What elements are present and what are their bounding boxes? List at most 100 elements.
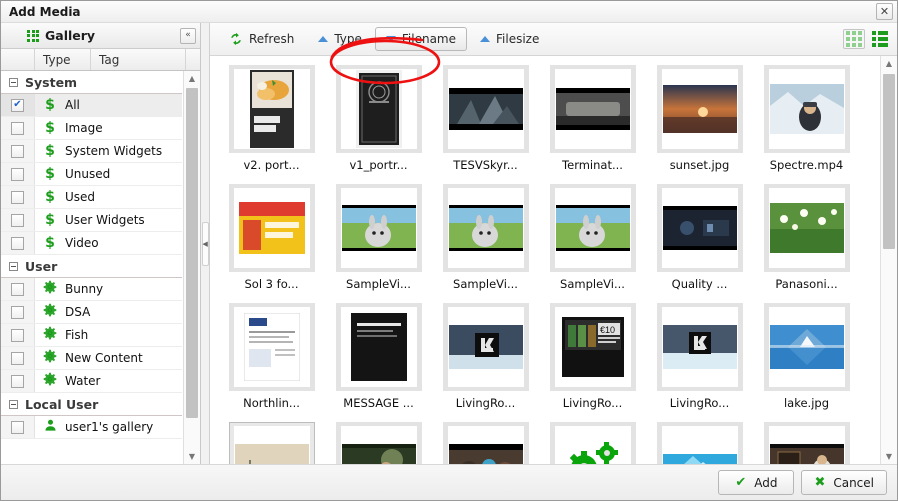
close-icon[interactable]: ✕ [876,3,893,20]
sidebar-item-video[interactable]: $ Video [1,232,182,255]
sidebar-item-system-widgets[interactable]: $ System Widgets [1,140,182,163]
checkbox-icon[interactable] [11,282,24,296]
media-tile[interactable] [432,419,539,464]
sidebar-item-bunny[interactable]: Bunny [1,278,182,301]
checkbox-icon[interactable] [11,351,24,365]
media-tile[interactable]: TESVSkyr... [432,62,539,181]
media-tile[interactable] [325,419,432,464]
column-header-tag[interactable]: Tag [91,49,186,70]
media-thumbnail[interactable] [549,184,636,272]
media-thumbnail[interactable] [442,65,529,153]
sidebar-item-water[interactable]: Water [1,370,182,393]
tree-group-local-user[interactable]: Local User [1,393,182,416]
checkbox-checked-icon[interactable]: ✔ [11,98,24,112]
media-thumbnail[interactable] [442,303,529,391]
add-button[interactable]: ✔ Add [718,470,795,495]
media-thumbnail[interactable] [763,422,850,464]
media-thumbnail[interactable] [549,422,636,464]
media-tile[interactable]: Quality ... [646,181,753,300]
tree-group-user[interactable]: User [1,255,182,278]
media-tile[interactable]: Terminat... [539,62,646,181]
media-thumbnail[interactable] [228,303,315,391]
media-thumbnail[interactable] [763,65,850,153]
checkbox-icon[interactable] [11,121,24,135]
sidebar-item-used[interactable]: $ Used [1,186,182,209]
media-thumbnail[interactable] [335,422,422,464]
checkbox-icon[interactable] [11,236,24,250]
column-header-type[interactable]: Type [35,49,91,70]
media-tile[interactable]: v1_portr... [325,62,432,181]
media-tile[interactable]: Panasoni... [753,181,860,300]
pane-splitter[interactable]: ◀ [201,23,210,464]
checkbox-icon[interactable] [11,374,24,388]
media-tile[interactable]: LivingRo... [432,300,539,419]
collapse-toggle-icon[interactable] [9,261,18,271]
media-thumbnail[interactable] [656,303,743,391]
sidebar-item-user-widgets[interactable]: $ User Widgets [1,209,182,232]
media-tile[interactable]: sunset.jpg [646,62,753,181]
sort-type-button[interactable]: Type [307,27,373,51]
media-tile[interactable]: lake.jpg [753,300,860,419]
media-tile[interactable] [218,419,325,464]
media-thumbnail[interactable] [228,422,315,464]
scroll-down-icon[interactable]: ▼ [184,449,200,464]
media-tile[interactable]: Northlin... [218,300,325,419]
sidebar-item-dsa[interactable]: DSA [1,301,182,324]
cancel-button[interactable]: ✖ Cancel [801,470,887,495]
checkbox-icon[interactable] [11,420,24,434]
sort-filesize-button[interactable]: Filesize [469,27,550,51]
sidebar-item-new-content[interactable]: New Content [1,347,182,370]
media-tile[interactable]: LivingRo... [646,300,753,419]
scroll-down-icon[interactable]: ▼ [881,449,897,464]
media-thumbnail[interactable] [656,65,743,153]
sidebar-item-all[interactable]: ✔ $ All [1,94,182,117]
checkbox-icon[interactable] [11,167,24,181]
collapse-left-icon[interactable]: « [180,27,196,44]
media-thumbnail[interactable] [442,184,529,272]
checkbox-icon[interactable] [11,328,24,342]
media-thumbnail[interactable] [763,303,850,391]
sidebar-item-user1-s-gallery[interactable]: user1's gallery [1,416,182,439]
scroll-up-icon[interactable]: ▲ [881,56,897,71]
sidebar-scroll-thumb[interactable] [186,88,198,418]
collapse-toggle-icon[interactable] [9,399,18,409]
media-thumbnail[interactable] [656,184,743,272]
media-tile[interactable]: Sol 3 fo... [218,181,325,300]
sidebar-item-fish[interactable]: Fish [1,324,182,347]
media-tile[interactable]: SampleVi... [325,181,432,300]
media-thumbnail[interactable] [335,65,422,153]
detail-view-icon[interactable] [869,29,891,49]
collapse-toggle-icon[interactable] [9,77,18,87]
sidebar-scroll-track[interactable] [184,86,200,449]
media-tile[interactable]: SampleVi... [432,181,539,300]
media-thumbnail[interactable] [656,422,743,464]
media-thumbnail[interactable] [763,184,850,272]
media-thumbnail[interactable] [228,65,315,153]
grid-view-icon[interactable] [843,29,865,49]
media-tile[interactable]: MESSAGE ... [325,300,432,419]
media-tile[interactable]: SampleVi... [539,181,646,300]
checkbox-icon[interactable] [11,305,24,319]
media-thumbnail[interactable] [442,422,529,464]
media-tile[interactable]: v2. port... [218,62,325,181]
media-tile[interactable] [539,419,646,464]
media-tile[interactable] [646,419,753,464]
media-scrollbar[interactable]: ▲ ▼ [880,56,897,464]
media-tile[interactable]: €10 LivingRo... [539,300,646,419]
media-thumbnail[interactable]: €10 [549,303,636,391]
media-thumbnail[interactable] [549,65,636,153]
checkbox-icon[interactable] [11,213,24,227]
media-tile[interactable]: Spectre.mp4 [753,62,860,181]
splitter-handle[interactable]: ◀ [201,221,209,266]
refresh-button[interactable]: Refresh [218,27,305,51]
media-thumbnail[interactable] [228,184,315,272]
sidebar-scrollbar[interactable]: ▲ ▼ [183,71,200,464]
sidebar-item-unused[interactable]: $ Unused [1,163,182,186]
checkbox-icon[interactable] [11,144,24,158]
scroll-up-icon[interactable]: ▲ [184,71,200,86]
media-tile[interactable] [753,419,860,464]
media-scroll-thumb[interactable] [883,74,895,249]
checkbox-icon[interactable] [11,190,24,204]
tree-group-system[interactable]: System [1,71,182,94]
sidebar-item-image[interactable]: $ Image [1,117,182,140]
